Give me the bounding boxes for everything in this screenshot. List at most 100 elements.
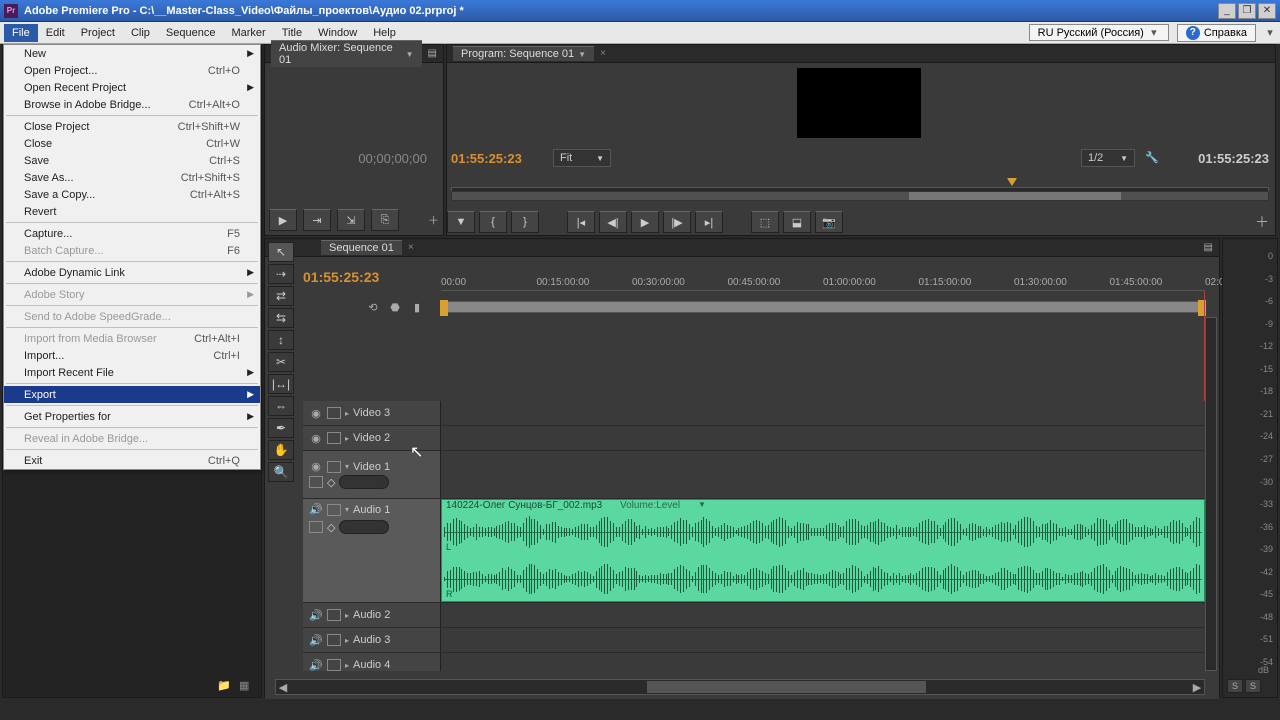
eye-icon[interactable]: ◉: [309, 460, 323, 473]
lock-box[interactable]: [327, 609, 341, 621]
file-menu-get-properties-for[interactable]: Get Properties for▶: [4, 408, 260, 425]
mark-in-button[interactable]: ▼: [447, 211, 475, 233]
file-menu-export[interactable]: Export▶: [4, 386, 260, 403]
out-point-button[interactable]: }: [511, 211, 539, 233]
sequence-tab[interactable]: Sequence 01: [321, 240, 402, 255]
marker-icon[interactable]: ⬣: [387, 299, 403, 315]
lock-box[interactable]: [327, 407, 341, 419]
menu-marker[interactable]: Marker: [223, 24, 273, 42]
solo-button[interactable]: S: [1245, 679, 1261, 693]
file-menu-new[interactable]: New▶: [4, 45, 260, 62]
lock-box[interactable]: [327, 504, 341, 516]
speaker-icon[interactable]: 🔊: [309, 609, 323, 622]
go-to-in-button[interactable]: |◂: [567, 211, 595, 233]
file-menu-close[interactable]: CloseCtrl+W: [4, 135, 260, 152]
work-area-start-handle[interactable]: [440, 300, 448, 316]
keyframe-icon[interactable]: ◇: [327, 521, 335, 534]
track-audio-4[interactable]: 🔊▸Audio 4: [303, 653, 1205, 671]
file-menu-adobe-dynamic-link[interactable]: Adobe Dynamic Link▶: [4, 264, 260, 281]
slide-tool[interactable]: ⇔: [268, 396, 294, 416]
timeline-ruler[interactable]: 00:0000:15:00:0000:30:00:0000:45:00:0001…: [441, 277, 1205, 291]
eye-icon[interactable]: ◉: [309, 407, 323, 420]
playhead-icon[interactable]: [1007, 178, 1017, 186]
scrollbar-thumb[interactable]: [647, 681, 925, 693]
track-audio-3[interactable]: 🔊▸Audio 3: [303, 628, 1205, 653]
new-item-icon[interactable]: ▦: [239, 679, 255, 693]
keyframe-icon[interactable]: ◇: [327, 476, 335, 489]
add-button-icon[interactable]: ＋: [1255, 212, 1269, 232]
timeline-horizontal-scrollbar[interactable]: ◀ ▶: [275, 679, 1205, 695]
menu-sequence[interactable]: Sequence: [158, 24, 224, 42]
speaker-icon[interactable]: 🔊: [309, 659, 323, 672]
lift-button[interactable]: ⬚: [751, 211, 779, 233]
timeline-vertical-scrollbar[interactable]: [1205, 317, 1217, 671]
chevron-down-icon[interactable]: ▾: [1264, 26, 1276, 39]
minimize-button[interactable]: _: [1218, 3, 1236, 19]
snap-icon[interactable]: ⟲: [365, 299, 381, 315]
track-video-2[interactable]: ◉▸Video 2: [303, 426, 1205, 451]
resolution-dropdown[interactable]: 1/2▼: [1081, 149, 1135, 167]
zoom-fit-dropdown[interactable]: Fit▼: [553, 149, 611, 167]
language-selector[interactable]: RU Русский (Россия) ▾: [1029, 24, 1169, 41]
selection-tool[interactable]: ↖: [268, 242, 294, 262]
pen-tool[interactable]: ✒: [268, 418, 294, 438]
menu-clip[interactable]: Clip: [123, 24, 158, 42]
go-to-out-button[interactable]: ▸|: [695, 211, 723, 233]
menu-project[interactable]: Project: [73, 24, 123, 42]
track-audio-2[interactable]: 🔊▸Audio 2: [303, 603, 1205, 628]
menu-window[interactable]: Window: [310, 24, 365, 42]
speaker-icon[interactable]: 🔊: [309, 634, 323, 647]
menu-help[interactable]: Help: [365, 24, 404, 42]
rolling-edit-tool[interactable]: ⇆: [268, 308, 294, 328]
settings-icon[interactable]: ▮: [409, 299, 425, 315]
file-menu-open-recent-project[interactable]: Open Recent Project▶: [4, 79, 260, 96]
track-audio-1[interactable]: 🔊▾Audio 1 ◇ 140224-Олег Сунцов-БГ_002.mp…: [303, 499, 1205, 603]
file-menu-close-project[interactable]: Close ProjectCtrl+Shift+W: [4, 118, 260, 135]
new-bin-icon[interactable]: 📁: [217, 679, 233, 693]
step-back-button[interactable]: ◀|: [599, 211, 627, 233]
file-menu-import[interactable]: Import...Ctrl+I: [4, 347, 260, 364]
slip-tool[interactable]: |↔|: [268, 374, 294, 394]
menu-file[interactable]: File: [4, 24, 38, 42]
audio-mixer-tab[interactable]: Audio Mixer: Sequence 01 ▼: [271, 40, 422, 67]
menu-edit[interactable]: Edit: [38, 24, 73, 42]
toggle-box[interactable]: [309, 521, 323, 533]
extract-button[interactable]: ⬓: [783, 211, 811, 233]
overwrite-button[interactable]: ⇲: [337, 209, 365, 231]
timeline-timecode[interactable]: 01:55:25:23: [303, 269, 379, 285]
close-icon[interactable]: ×: [600, 48, 606, 59]
program-timecode-left[interactable]: 01:55:25:23: [451, 151, 522, 166]
file-menu-capture[interactable]: Capture...F5: [4, 225, 260, 242]
track-video-3[interactable]: ◉▸Video 3: [303, 401, 1205, 426]
export-frame-button[interactable]: ⎘: [371, 209, 399, 231]
panel-menu-icon[interactable]: ▤: [428, 48, 437, 59]
step-forward-button[interactable]: |▶: [663, 211, 691, 233]
file-menu-save-as[interactable]: Save As...Ctrl+Shift+S: [4, 169, 260, 186]
file-menu-revert[interactable]: Revert: [4, 203, 260, 220]
play-button[interactable]: ▶: [631, 211, 659, 233]
add-button-icon[interactable]: ＋: [428, 212, 439, 228]
scroll-right-icon[interactable]: ▶: [1190, 681, 1204, 694]
maximize-button[interactable]: ❐: [1238, 3, 1256, 19]
toggle-box[interactable]: [309, 476, 323, 488]
lock-box[interactable]: [327, 461, 341, 473]
program-range-bar[interactable]: [451, 191, 1269, 201]
speaker-icon[interactable]: 🔊: [309, 503, 323, 516]
rate-stretch-tool[interactable]: ↕: [268, 330, 294, 350]
scroll-left-icon[interactable]: ◀: [276, 681, 290, 694]
volume-pill[interactable]: [339, 520, 389, 534]
track-select-tool[interactable]: ⇢: [268, 264, 294, 284]
close-button[interactable]: ✕: [1258, 3, 1276, 19]
zoom-tool[interactable]: 🔍: [268, 462, 294, 482]
opacity-pill[interactable]: [339, 475, 389, 489]
insert-button[interactable]: ⇥: [303, 209, 331, 231]
lock-box[interactable]: [327, 432, 341, 444]
ripple-edit-tool[interactable]: ⇄: [268, 286, 294, 306]
razor-tool[interactable]: ✂: [268, 352, 294, 372]
close-icon[interactable]: ×: [408, 242, 414, 253]
settings-icon[interactable]: 🔧: [1145, 151, 1159, 164]
eye-icon[interactable]: ◉: [309, 432, 323, 445]
program-tab[interactable]: Program: Sequence 01 ▼: [453, 46, 594, 61]
lock-box[interactable]: [327, 634, 341, 646]
timeline-work-area[interactable]: [441, 301, 1205, 313]
